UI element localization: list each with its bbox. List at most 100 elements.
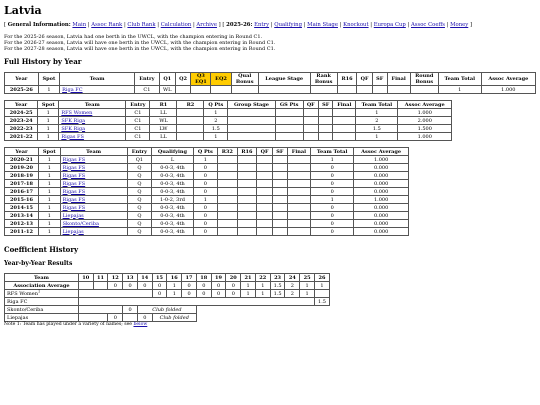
cell: 0	[192, 203, 219, 212]
cell-year: 2018-19	[4, 171, 39, 180]
col-header: 19	[210, 273, 227, 282]
cell	[256, 179, 273, 188]
cell	[230, 85, 259, 94]
cell: Q	[126, 195, 153, 204]
nav-link-calculation[interactable]: Calculation	[161, 22, 192, 28]
cell: 0	[310, 227, 355, 236]
cell	[317, 108, 334, 117]
team-link[interactable]: Liepajas	[63, 229, 84, 235]
col-header: Team Total	[355, 100, 399, 109]
nav-link-europa-cup[interactable]: Europa Cup	[374, 22, 406, 28]
history-table-2021-2025: Year Spot Team Entry R1 R2 Q Pts Group S…	[3, 100, 452, 141]
cell: LW	[149, 124, 178, 133]
col-header: Assoc Average	[480, 72, 537, 86]
cell	[371, 85, 388, 94]
nav-link-archive[interactable]: Archive	[196, 22, 217, 28]
col-header: R16	[236, 147, 258, 156]
cell: 1	[37, 203, 61, 212]
team-link[interactable]: Rigas FS	[63, 197, 86, 203]
cell: 1.000	[353, 155, 409, 164]
team-link[interactable]: Rigas FS	[63, 189, 86, 195]
team-link[interactable]: Liepajas	[63, 213, 84, 219]
nav-link-club-rank[interactable]: Club Rank	[127, 22, 155, 28]
cell	[332, 108, 357, 117]
cell-year: 2024-25	[3, 108, 39, 117]
cell	[271, 179, 288, 188]
nav-link-qualifying[interactable]: Qualifying	[274, 22, 302, 28]
nav-link-main[interactable]: Main	[72, 22, 86, 28]
cell	[176, 108, 205, 117]
team-link[interactable]: Rigas FS	[63, 173, 86, 179]
cell-spot: 1	[37, 85, 61, 94]
team-link[interactable]: Skonto/Ceriba	[63, 221, 99, 227]
col-header: R1	[149, 100, 178, 109]
cell: 0-0-3, 4th	[151, 179, 194, 188]
cell	[286, 203, 312, 212]
cell: 1	[240, 281, 256, 290]
col-header: EQ2	[210, 72, 232, 86]
cell: 0	[192, 179, 219, 188]
table-row: Riga FC 1.5	[4, 297, 331, 306]
team-link[interactable]: SFK Riga	[61, 118, 85, 124]
cell	[122, 313, 138, 322]
col-header: Group Stage	[227, 100, 276, 109]
col-header: Entry	[126, 147, 153, 156]
col-header: 22	[254, 273, 271, 282]
cell: 1	[37, 132, 60, 141]
cell-assoc-average: 1.000	[480, 85, 537, 94]
cell	[356, 85, 373, 94]
coefficient-table: Team 10 11 12 13 14 15 16 17 18 19 20 21 22 23 24 25 26 A…	[4, 273, 331, 322]
cell	[217, 203, 238, 212]
team-link[interactable]: RFS Women	[61, 110, 92, 116]
cell	[236, 163, 258, 172]
col-header: 18	[195, 273, 212, 282]
cell-team: Liepajas	[59, 227, 128, 236]
cell	[409, 85, 439, 94]
team-link[interactable]: Rigas FS	[61, 134, 84, 140]
cell	[236, 155, 258, 164]
team-link[interactable]: SFK Riga	[61, 126, 85, 132]
cell-team: Skonto/Ceriba	[59, 219, 128, 228]
cell: 1	[355, 132, 399, 141]
col-header: R16	[336, 72, 358, 86]
cell: 0	[107, 313, 124, 322]
cell: 0-0-3, 4th	[151, 227, 194, 236]
cell-team: RFS Women	[58, 108, 127, 117]
cell	[236, 179, 258, 188]
nav-link-entry[interactable]: Entry	[254, 22, 269, 28]
nav-link-main-stage[interactable]: Main Stage	[307, 22, 338, 28]
table-row: 2012-13 1 Skonto/Ceriba Q 0-0-3, 4th 0 0 0.000	[4, 219, 409, 228]
cell	[302, 132, 319, 141]
cell: 1.5	[203, 124, 229, 133]
nav-link-money[interactable]: Money	[450, 22, 468, 28]
nav-link-knockout[interactable]: Knockout	[343, 22, 368, 28]
team-link[interactable]: Rigas FS	[63, 181, 86, 187]
table-row: 2020-21 1 Rigas FS Q1 L 1 1 1.000	[4, 155, 409, 164]
cell-team: Skonto/Ceriba	[4, 305, 79, 314]
table-row: 2023-24 1 SFK Riga C1 WL 2 2 2.000	[3, 116, 452, 125]
cell: 2	[284, 289, 301, 298]
cell	[236, 211, 258, 220]
table-row: RFS Women1 0 1 0 0 0 0 1 1 1.5 2 1	[4, 289, 331, 298]
team-link[interactable]: Rigas FS	[63, 157, 86, 163]
table-row: Skonto/Ceriba 0 Club folded	[4, 305, 330, 314]
team-link[interactable]: Rigas FS	[63, 205, 86, 211]
nav-bar: [ General Information: Main | Assoc Rank…	[4, 22, 473, 28]
table-row: 2017-18 1 Rigas FS Q 0-0-3, 4th 0 0 0.000	[4, 179, 409, 188]
cell	[302, 124, 319, 133]
cell	[317, 132, 334, 141]
nav-link-assoc-coeffs[interactable]: Assoc Coeffs	[411, 22, 445, 28]
team-link[interactable]: Rigas FS	[63, 165, 86, 171]
cell: 0.000	[353, 187, 409, 196]
cell: LL	[149, 108, 178, 117]
cell: 1	[203, 132, 229, 141]
cell	[256, 171, 273, 180]
cell: 1	[299, 281, 315, 290]
col-header: Year	[4, 147, 39, 156]
table-row: 2018-19 1 Rigas FS Q 0-0-3, 4th 0 0 0.000	[4, 171, 409, 180]
cell	[236, 187, 258, 196]
team-link[interactable]: Riga FC	[62, 87, 82, 93]
col-header: Final	[332, 100, 357, 109]
footnote-link[interactable]: below	[133, 322, 147, 327]
nav-link-assoc-rank[interactable]: Assoc Rank	[91, 22, 122, 28]
